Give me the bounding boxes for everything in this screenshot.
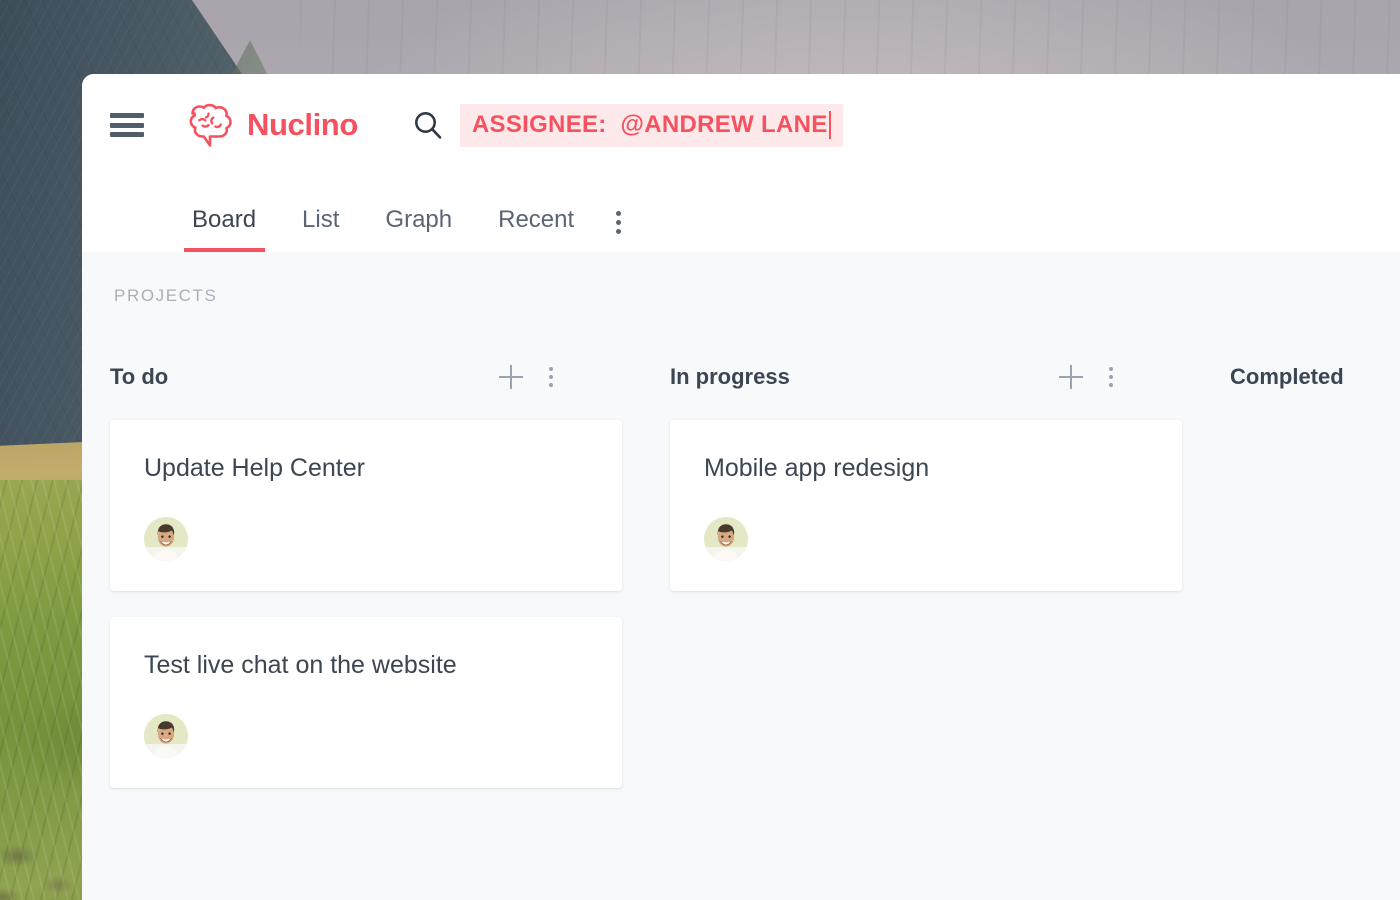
plus-icon[interactable] (1059, 365, 1083, 389)
board-card[interactable]: Update Help Center (110, 420, 622, 591)
board-column-todo: To do Update Help Center Test live chat … (110, 360, 670, 814)
plus-icon[interactable] (499, 365, 523, 389)
search-icon[interactable] (412, 109, 444, 141)
board-view: PROJECTS To do Update Help Center Test l… (82, 252, 1400, 900)
column-header: To do (110, 360, 670, 394)
nuclino-brain-logo-icon (182, 101, 236, 149)
board-column-in-progress: In progress Mobile app redesign (670, 360, 1230, 814)
search-input[interactable]: ASSIGNEE: @ANDREW LANE (459, 103, 843, 147)
search-area: ASSIGNEE: @ANDREW LANE (412, 103, 843, 147)
tab-graph-label: Graph (385, 206, 453, 233)
column-title-in-progress: In progress (670, 364, 790, 389)
tab-overflow-menu-icon[interactable] (616, 211, 622, 252)
andrew-lane-avatar[interactable] (704, 517, 748, 561)
brand-logo[interactable]: Nuclino (182, 101, 358, 149)
card-title: Mobile app redesign (704, 454, 930, 482)
brand-name: Nuclino (247, 107, 358, 142)
tab-list[interactable]: List (302, 206, 339, 252)
board-column-completed: Completed (1230, 360, 1400, 814)
tab-board-label: Board (192, 206, 257, 233)
column-header: In progress (670, 360, 1230, 394)
board-section-label: PROJECTS (114, 286, 218, 305)
column-title-completed: Completed (1230, 364, 1344, 389)
tab-list-label: List (302, 206, 340, 233)
card-title: Test live chat on the website (144, 651, 457, 679)
board-columns: To do Update Help Center Test live chat … (82, 360, 1400, 814)
tab-graph[interactable]: Graph (385, 206, 452, 252)
text-cursor (828, 110, 831, 139)
column-menu-icon[interactable] (1109, 367, 1113, 387)
search-input-value: ASSIGNEE: @ANDREW LANE (471, 110, 828, 138)
andrew-lane-avatar[interactable] (144, 714, 188, 758)
board-card[interactable]: Test live chat on the website (110, 617, 622, 788)
board-card[interactable]: Mobile app redesign (670, 420, 1182, 591)
column-header: Completed (1230, 360, 1400, 394)
tab-board[interactable]: Board (183, 206, 266, 252)
tab-recent[interactable]: Recent (498, 206, 574, 252)
tab-recent-label: Recent (498, 206, 575, 233)
app-header: Nuclino ASSIGNEE: @ANDREW LANE (82, 74, 1400, 176)
column-title-todo: To do (110, 364, 169, 389)
hamburger-menu-icon[interactable] (110, 113, 144, 137)
card-title: Update Help Center (144, 454, 365, 482)
column-menu-icon[interactable] (549, 367, 553, 387)
andrew-lane-avatar[interactable] (144, 517, 188, 561)
desktop-wallpaper: Nuclino ASSIGNEE: @ANDREW LANE Board Lis… (0, 0, 1400, 900)
view-tab-bar: Board List Graph Recent (82, 176, 1400, 252)
app-window: Nuclino ASSIGNEE: @ANDREW LANE Board Lis… (82, 74, 1400, 900)
